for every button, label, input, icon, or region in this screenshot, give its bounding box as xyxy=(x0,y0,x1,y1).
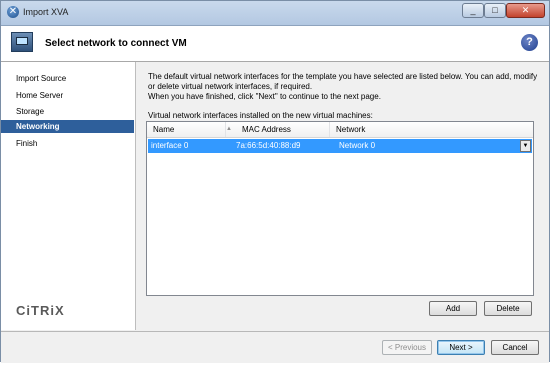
column-header-network[interactable]: Network xyxy=(330,122,534,137)
networking-panel: The default virtual network interfaces f… xyxy=(136,62,549,330)
table-row[interactable]: interface 0 7a:66:5d:40:88:d9 Network 0 … xyxy=(148,139,532,153)
interfaces-list-caption: Virtual network interfaces installed on … xyxy=(148,111,373,120)
network-wizard-icon xyxy=(11,32,33,52)
delete-button[interactable]: Delete xyxy=(484,301,532,316)
table-header: Name ▲ MAC Address Network xyxy=(147,122,533,138)
page-title: Select network to connect VM xyxy=(45,38,187,49)
sidebar-item-home-server[interactable]: Home Server xyxy=(1,89,134,102)
sidebar-item-finish[interactable]: Finish xyxy=(1,137,134,150)
close-button[interactable]: ✕ xyxy=(506,3,545,18)
cell-mac-address: 7a:66:5d:40:88:d9 xyxy=(236,141,301,150)
minimize-button[interactable]: _ xyxy=(462,3,484,18)
help-icon[interactable]: ? xyxy=(521,34,538,51)
sidebar-item-storage[interactable]: Storage xyxy=(1,105,134,118)
instructions-text: The default virtual network interfaces f… xyxy=(148,72,540,102)
network-interfaces-table: Name ▲ MAC Address Network interface 0 7… xyxy=(146,121,534,296)
column-header-mac-address[interactable]: ▲ MAC Address xyxy=(226,122,330,137)
xenserver-app-icon: ✕ xyxy=(7,6,19,18)
column-header-mac-label: MAC Address xyxy=(242,125,291,134)
cell-interface-name: interface 0 xyxy=(151,141,189,150)
instructions-line-2: When you have finished, click "Next" to … xyxy=(148,92,381,101)
wizard-steps-sidebar: Import Source Home Server Storage Networ… xyxy=(1,62,136,330)
import-xva-window: ✕ Import XVA _ □ ✕ Select network to con… xyxy=(0,0,550,363)
window-title: Import XVA xyxy=(23,7,69,17)
sidebar-item-networking[interactable]: Networking xyxy=(1,120,134,133)
chevron-down-icon[interactable]: ▼ xyxy=(520,140,531,152)
sidebar-item-import-source[interactable]: Import Source xyxy=(1,72,134,85)
cancel-button[interactable]: Cancel xyxy=(491,340,539,355)
previous-button[interactable]: < Previous xyxy=(382,340,432,355)
next-button[interactable]: Next > xyxy=(437,340,485,355)
wizard-footer: < Previous Next > Cancel xyxy=(1,331,549,363)
network-select[interactable]: Network 0 xyxy=(336,139,521,153)
wizard-header: Select network to connect VM ? xyxy=(1,26,549,62)
sort-ascending-icon: ▲ xyxy=(226,126,232,132)
citrix-logo: CiTRiX xyxy=(16,303,65,318)
add-button[interactable]: Add xyxy=(429,301,477,316)
column-header-name[interactable]: Name xyxy=(147,122,226,137)
maximize-button[interactable]: □ xyxy=(484,3,506,18)
instructions-line-1: The default virtual network interfaces f… xyxy=(148,72,538,91)
title-bar: ✕ Import XVA _ □ ✕ xyxy=(1,1,549,26)
